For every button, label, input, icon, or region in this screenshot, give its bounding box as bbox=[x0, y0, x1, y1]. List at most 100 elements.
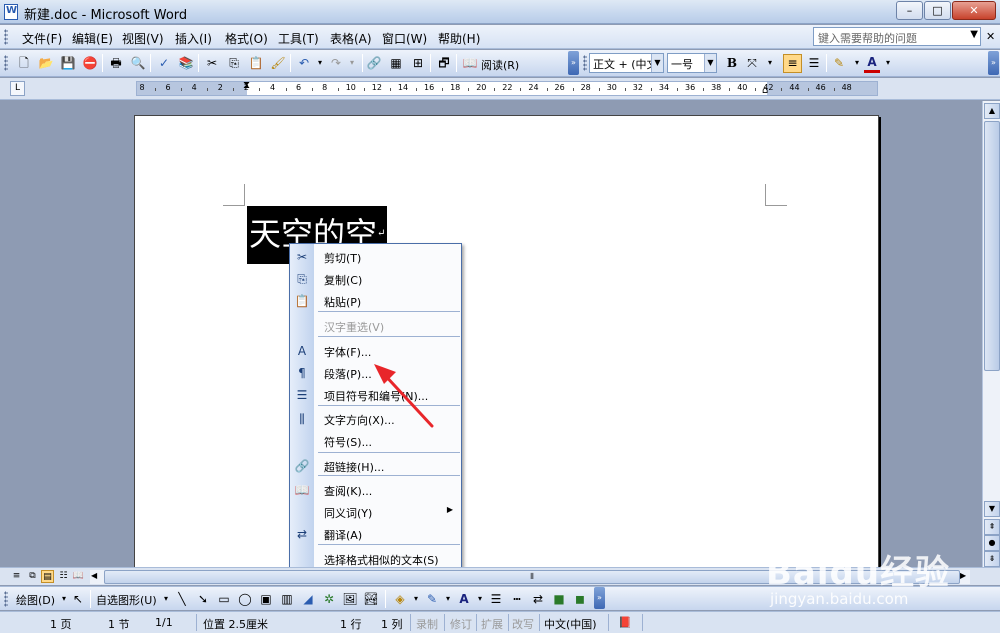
save-icon[interactable]: 💾 bbox=[60, 55, 76, 71]
web-layout-icon[interactable]: ⧉ bbox=[26, 570, 39, 583]
redo-dropdown-icon[interactable]: ▾ bbox=[344, 55, 360, 71]
font-color-dropdown-icon[interactable]: ▾ bbox=[880, 55, 896, 71]
toolbar-grip[interactable] bbox=[4, 55, 8, 71]
character-scale-dropdown-icon[interactable]: ▾ bbox=[762, 55, 778, 71]
spelling-status-icon[interactable]: 📕 bbox=[618, 616, 632, 629]
dash-style-icon[interactable]: ┅ bbox=[509, 591, 525, 607]
font-size-select[interactable]: 一号 ▼ bbox=[667, 53, 717, 73]
spelling-icon[interactable]: ✓ bbox=[156, 55, 172, 71]
context-menu-item-symbol[interactable]: 符号(S)... bbox=[290, 430, 461, 452]
menu-insert[interactable]: 插入(I) bbox=[175, 30, 212, 47]
maximize-button[interactable]: □ bbox=[924, 1, 951, 20]
context-menu-item-synonyms[interactable]: 同义词(Y) ▶ bbox=[290, 501, 461, 523]
context-menu-item-paste[interactable]: 📋 粘贴(P) bbox=[290, 290, 461, 312]
oval-icon[interactable]: ◯ bbox=[237, 591, 253, 607]
scroll-left-button[interactable]: ◀ bbox=[91, 571, 97, 580]
context-menu-item-font[interactable]: A 字体(F)... bbox=[290, 340, 461, 362]
line-color-icon[interactable]: ✎ bbox=[424, 591, 440, 607]
context-menu-item-translate[interactable]: ⇄ 翻译(A) bbox=[290, 523, 461, 545]
outline-view-icon[interactable]: ☷ bbox=[57, 570, 70, 583]
rectangle-icon[interactable]: ▭ bbox=[216, 591, 232, 607]
horizontal-ruler[interactable]: ⧗ ⌂ 8 6 4 2 2 4 6 8 10 12 14 16 18 20 22 24 26 28 30 32 34 36… bbox=[136, 80, 878, 96]
open-folder-icon[interactable]: 📂 bbox=[38, 55, 54, 71]
insert-table-icon[interactable]: ⊞ bbox=[410, 55, 426, 71]
hyperlink-icon[interactable]: 🔗 bbox=[366, 55, 382, 71]
print-icon[interactable]: 🖶 bbox=[108, 55, 124, 71]
arrow-style-icon[interactable]: ⇄ bbox=[530, 591, 546, 607]
help-dropdown-icon[interactable]: ▼ bbox=[970, 29, 978, 40]
context-menu-item-copy[interactable]: ⎘ 复制(C) bbox=[290, 268, 461, 290]
undo-dropdown-icon[interactable]: ▾ bbox=[312, 55, 328, 71]
3d-style-icon[interactable]: ◼ bbox=[572, 591, 588, 607]
print-preview-icon[interactable]: 🔍 bbox=[130, 55, 146, 71]
reading-layout-icon[interactable]: 📖 bbox=[72, 570, 85, 583]
previous-page-button[interactable]: ⇞ bbox=[984, 519, 1000, 535]
read-mode-icon[interactable]: 📖 bbox=[462, 55, 478, 71]
style-dropdown-icon[interactable]: ▼ bbox=[651, 54, 663, 72]
scroll-down-button[interactable]: ▼ bbox=[984, 501, 1000, 517]
style-select[interactable]: 正文 + (中文 ▼ bbox=[589, 53, 664, 73]
fill-color-dropdown-icon[interactable]: ▾ bbox=[408, 591, 424, 607]
line-icon[interactable]: ╲ bbox=[174, 591, 190, 607]
document-area[interactable]: 天空的空↵ bbox=[0, 101, 982, 567]
textbox-icon[interactable]: ▣ bbox=[258, 591, 274, 607]
cut-icon[interactable]: ✂ bbox=[204, 55, 220, 71]
paste-icon[interactable]: 📋 bbox=[248, 55, 264, 71]
menu-window[interactable]: 窗口(W) bbox=[382, 30, 427, 47]
drawbar-options-chevron[interactable]: » bbox=[594, 587, 605, 609]
shadow-style-icon[interactable]: ■ bbox=[551, 591, 567, 607]
toolbar-options-chevron-2[interactable]: » bbox=[988, 51, 999, 75]
line-color-dropdown-icon[interactable]: ▾ bbox=[440, 591, 456, 607]
menu-help[interactable]: 帮助(H) bbox=[438, 30, 480, 47]
menu-view[interactable]: 视图(V) bbox=[122, 30, 164, 47]
context-menu-item-lookup[interactable]: 📖 查阅(K)... bbox=[290, 479, 461, 501]
menu-file[interactable]: 文件(F) bbox=[22, 30, 62, 47]
fill-color-icon[interactable]: ◈ bbox=[392, 591, 408, 607]
status-track-changes[interactable]: 修订 bbox=[450, 616, 472, 632]
minimize-button[interactable]: – bbox=[896, 1, 923, 20]
menu-format[interactable]: 格式(O) bbox=[225, 30, 268, 47]
menu-tools[interactable]: 工具(T) bbox=[278, 30, 319, 47]
document-map-icon[interactable]: 🗗 bbox=[436, 55, 452, 71]
undo-icon[interactable]: ↶ bbox=[296, 55, 312, 71]
clipart-icon[interactable]: 🖼 bbox=[342, 591, 358, 607]
draw-font-color-icon[interactable]: A bbox=[456, 591, 472, 607]
context-menu-item-cut[interactable]: ✂ 剪切(T) bbox=[290, 246, 461, 268]
wordart-icon[interactable]: ◢ bbox=[300, 591, 316, 607]
close-button[interactable]: ✕ bbox=[952, 1, 996, 20]
font-size-dropdown-icon[interactable]: ▼ bbox=[704, 54, 716, 72]
autoshapes-button[interactable]: 自选图形(U) bbox=[96, 592, 157, 608]
align-justify-icon[interactable]: ≡ bbox=[783, 54, 802, 73]
formatting-toolbar-grip[interactable] bbox=[583, 55, 587, 71]
context-menu-item-hyperlink[interactable]: 🔗 超链接(H)... bbox=[290, 455, 461, 477]
menu-edit[interactable]: 编辑(E) bbox=[72, 30, 113, 47]
vertical-scrollbar[interactable]: ▲ ▼ ⇞ ● ⇟ bbox=[982, 101, 1000, 567]
highlight-dropdown-icon[interactable]: ▾ bbox=[849, 55, 865, 71]
menubar-grip[interactable] bbox=[4, 29, 8, 45]
autoshapes-dropdown-icon[interactable]: ▾ bbox=[158, 591, 174, 607]
close-document-button[interactable]: ✕ bbox=[986, 30, 995, 43]
context-menu-item-reconvert[interactable]: 汉字重选(V) bbox=[290, 315, 461, 337]
highlight-icon[interactable]: ✎ bbox=[831, 55, 847, 71]
line-style-icon[interactable]: ☰ bbox=[488, 591, 504, 607]
status-record[interactable]: 录制 bbox=[416, 616, 438, 632]
select-objects-icon[interactable]: ↖ bbox=[70, 591, 86, 607]
document-page[interactable]: 天空的空↵ bbox=[134, 115, 879, 567]
format-painter-icon[interactable]: 🖌 bbox=[270, 55, 286, 71]
help-search-input[interactable]: 键入需要帮助的问题 ▼ bbox=[813, 27, 981, 46]
drawbar-grip[interactable] bbox=[4, 591, 8, 607]
word-app-icon[interactable] bbox=[4, 4, 18, 20]
normal-view-icon[interactable]: ≡ bbox=[10, 570, 23, 583]
scroll-up-button[interactable]: ▲ bbox=[984, 103, 1000, 119]
status-overtype[interactable]: 改写 bbox=[512, 616, 534, 632]
permission-icon[interactable]: ⛔ bbox=[82, 55, 98, 71]
tables-borders-icon[interactable]: ▦ bbox=[388, 55, 404, 71]
print-layout-icon[interactable]: ▤ bbox=[41, 570, 54, 583]
insert-picture-icon[interactable]: 🏞 bbox=[363, 591, 379, 607]
vertical-textbox-icon[interactable]: ▥ bbox=[279, 591, 295, 607]
status-extend[interactable]: 扩展 bbox=[481, 616, 503, 632]
tab-selector[interactable]: L bbox=[10, 81, 25, 96]
research-icon[interactable]: 📚 bbox=[178, 55, 194, 71]
copy-icon[interactable]: ⎘ bbox=[226, 55, 242, 71]
diagram-icon[interactable]: ✲ bbox=[321, 591, 337, 607]
